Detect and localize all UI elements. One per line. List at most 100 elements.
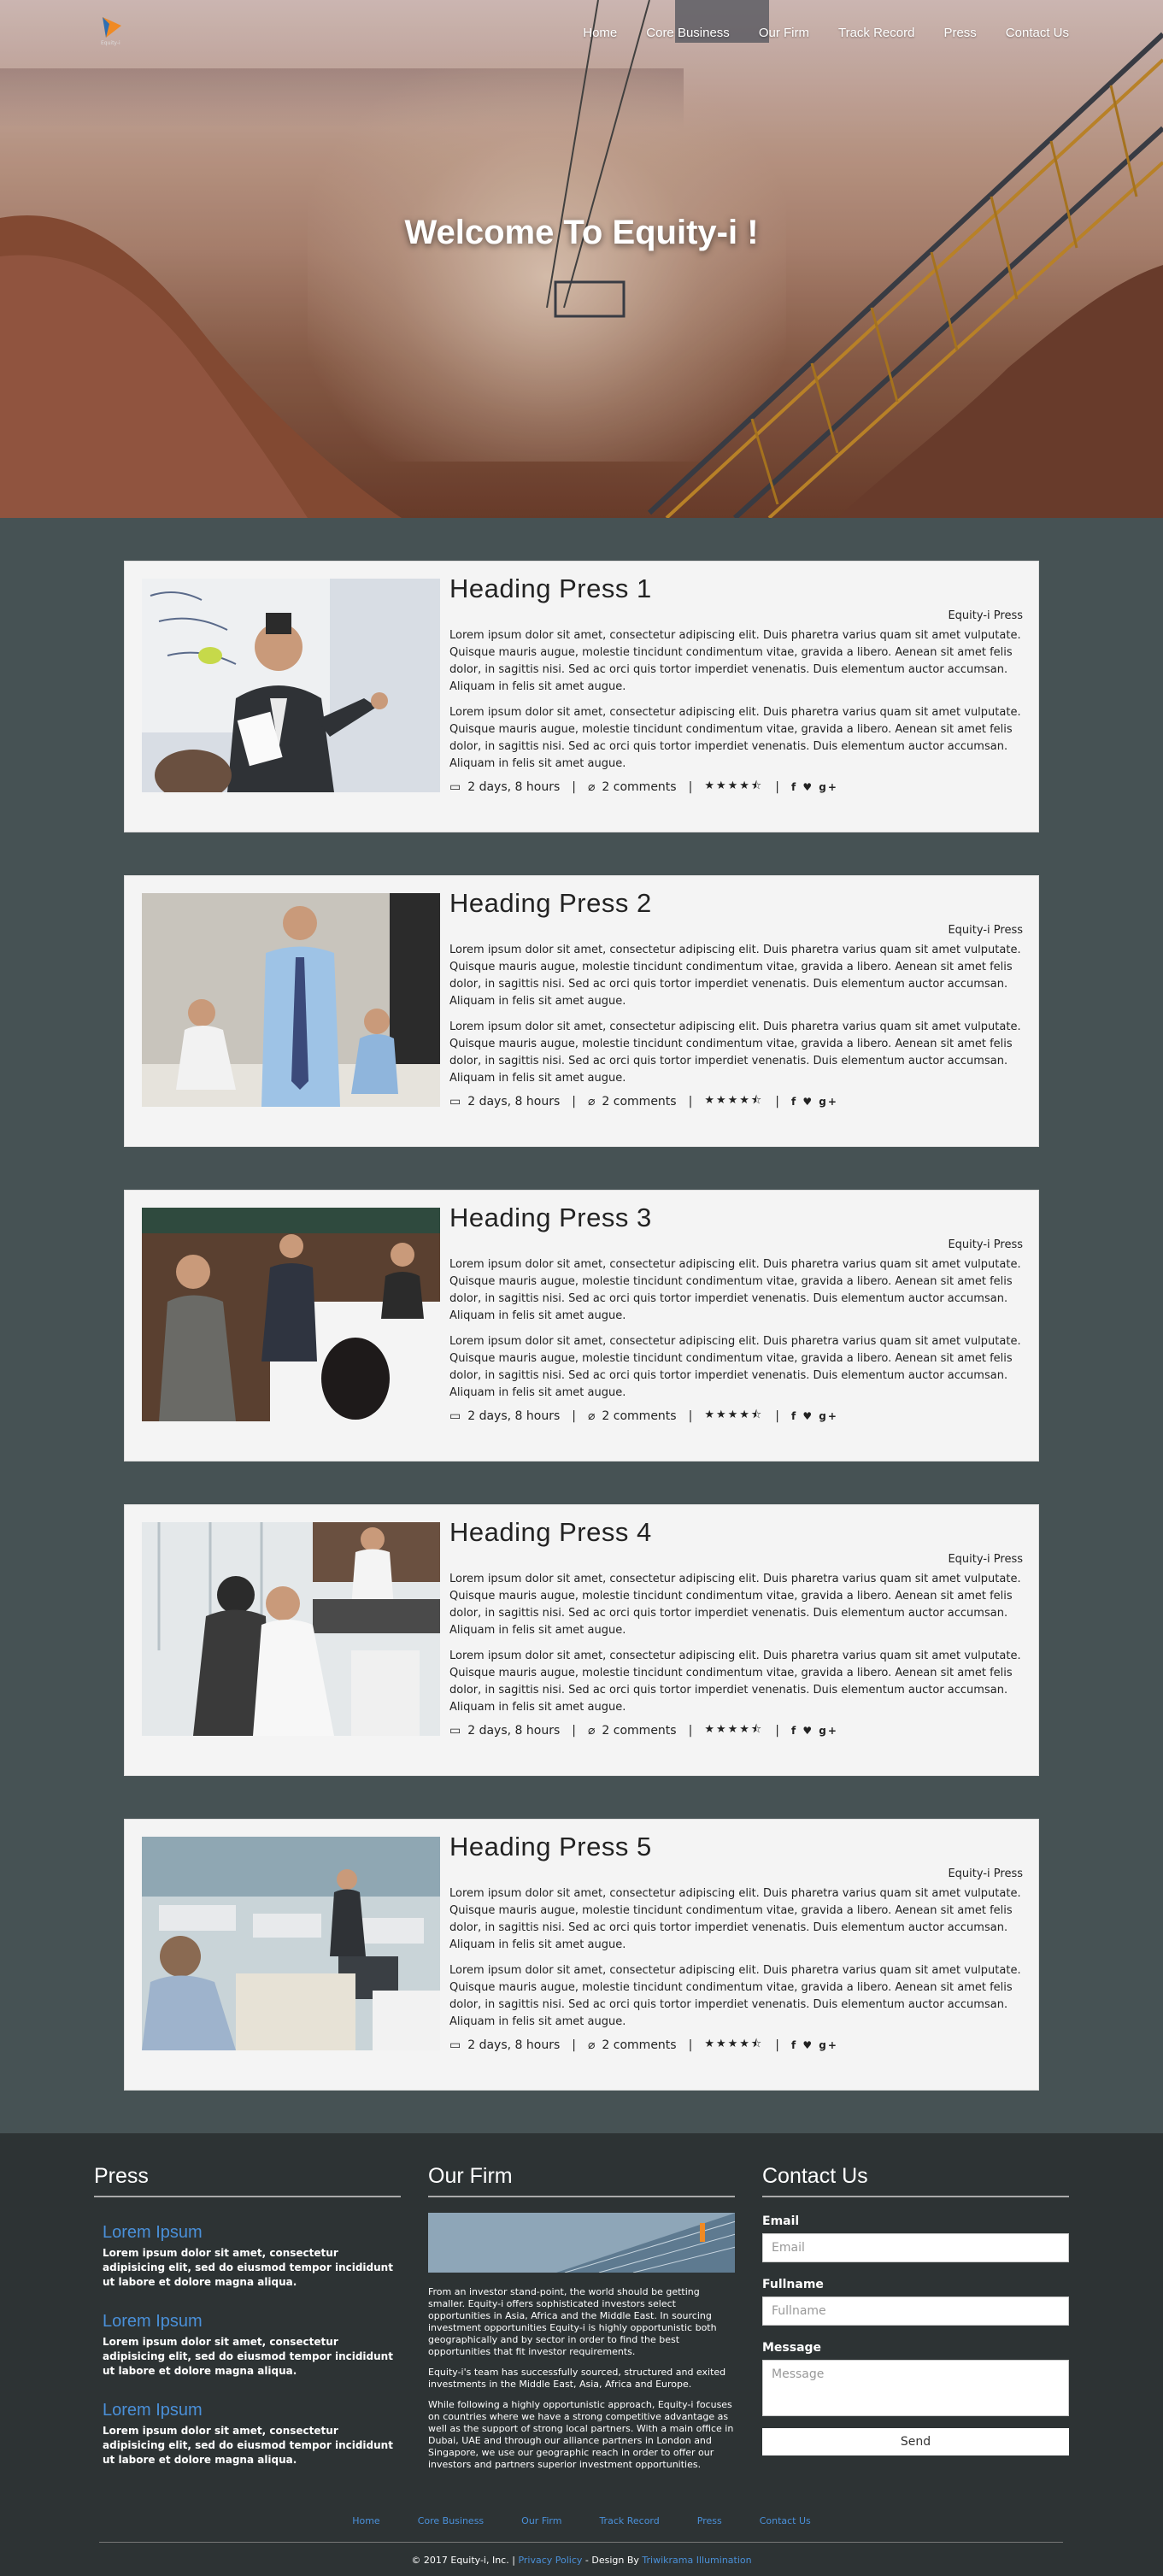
press-image-office-standing (142, 893, 440, 1107)
footer-nav-our-firm[interactable]: Our Firm (521, 2515, 561, 2526)
footer-nav-press[interactable]: Press (697, 2515, 722, 2526)
separator: | (775, 1724, 779, 1738)
footer-press-item: Lorem Ipsum Lorem ipsum dolor sit amet, … (94, 2401, 401, 2467)
press-card-comments[interactable]: 2 comments (602, 2038, 676, 2052)
press-card-author: Equity-i Press (948, 1553, 1023, 1566)
firm-paragraph: While following a highly opportunistic a… (428, 2399, 734, 2470)
footer-press-item: Lorem Ipsum Lorem ipsum dolor sit amet, … (94, 2312, 401, 2379)
press-card-title[interactable]: Heading Press 3 (449, 1203, 1023, 1233)
social-share-icons[interactable]: f ♥ g+ (791, 1410, 838, 1422)
footer-press-column: Press Lorem Ipsum Lorem ipsum dolor sit … (94, 2164, 401, 2471)
press-card-body: Heading Press 1 Equity-i Press Lorem ips… (449, 573, 1023, 797)
separator: | (572, 780, 576, 794)
footer-nav-home[interactable]: Home (352, 2515, 379, 2526)
email-label: Email (762, 2214, 800, 2228)
equity-i-logo[interactable]: Equity-i (97, 12, 128, 46)
footer-nav-track-record[interactable]: Track Record (599, 2515, 659, 2526)
paperclip-icon: ⌀ (587, 1724, 596, 1738)
footer-press-item-title[interactable]: Lorem Ipsum (103, 2401, 401, 2420)
press-card-paragraph: Lorem ipsum dolor sit amet, consectetur … (449, 1650, 1021, 1714)
privacy-policy-link[interactable]: Privacy Policy (518, 2555, 582, 2566)
copyright: © 2017 Equity-i, Inc. | Privacy Policy -… (0, 2555, 1163, 2566)
hero-overlay (0, 0, 1163, 518)
press-card-title[interactable]: Heading Press 5 (449, 1832, 1023, 1862)
press-card-title[interactable]: Heading Press 4 (449, 1517, 1023, 1548)
hero-banner: Equity-i Home Core Business Our Firm Tra… (0, 0, 1163, 518)
press-card-2: Heading Press 2 Equity-i Press Lorem ips… (124, 875, 1039, 1147)
press-image-presenter (142, 579, 440, 792)
separator: | (688, 2038, 693, 2052)
footer-nav-core-business[interactable]: Core Business (418, 2515, 484, 2526)
email-field[interactable]: Email (762, 2233, 1069, 2262)
footer-firm-heading: Our Firm (428, 2164, 735, 2197)
separator: | (775, 2038, 779, 2052)
press-card-title[interactable]: Heading Press 1 (449, 573, 1023, 604)
press-card-author: Equity-i Press (948, 1867, 1023, 1880)
press-card-time: 2 days, 8 hours (467, 780, 561, 794)
fullname-field[interactable]: Fullname (762, 2297, 1069, 2326)
footer-nav-contact-us[interactable]: Contact Us (760, 2515, 811, 2526)
nav-our-firm[interactable]: Our Firm (759, 26, 809, 40)
press-card-comments[interactable]: 2 comments (602, 1724, 676, 1738)
rating-stars: ★★★★⯪ (704, 1723, 764, 1736)
footer-press-item-title[interactable]: Lorem Ipsum (103, 2223, 401, 2243)
press-card-1: Heading Press 1 Equity-i Press Lorem ips… (124, 561, 1039, 832)
send-button[interactable]: Send (762, 2428, 1069, 2455)
copyright-text: © 2017 Equity-i, Inc. | (411, 2555, 515, 2566)
press-card-author: Equity-i Press (948, 924, 1023, 937)
press-card-paragraph: Lorem ipsum dolor sit amet, consectetur … (449, 944, 1021, 1008)
press-card-body: Heading Press 3 Equity-i Press Lorem ips… (449, 1203, 1023, 1426)
social-share-icons[interactable]: f ♥ g+ (791, 2039, 838, 2051)
footer: Press Lorem Ipsum Lorem ipsum dolor sit … (0, 2133, 1163, 2576)
hero-title: Welcome To Equity-i ! (404, 214, 759, 251)
footer-nav: Home Core Business Our Firm Track Record… (0, 2515, 1163, 2526)
main-nav: Home Core Business Our Firm Track Record… (583, 26, 1069, 40)
footer-press-heading: Press (94, 2164, 401, 2197)
social-share-icons[interactable]: f ♥ g+ (791, 1096, 838, 1108)
press-card-3: Heading Press 3 Equity-i Press Lorem ips… (124, 1190, 1039, 1461)
press-card-paragraph: Lorem ipsum dolor sit amet, consectetur … (449, 629, 1021, 693)
footer-press-item-title[interactable]: Lorem Ipsum (103, 2312, 401, 2332)
nav-home[interactable]: Home (583, 26, 617, 40)
svg-text:Equity-i: Equity-i (101, 40, 120, 46)
calendar-icon: ▭ (449, 1095, 461, 1109)
separator: | (688, 780, 693, 794)
press-card-meta: ▭ 2 days, 8 hours | ⌀ 2 comments | ★★★★⯪… (449, 2036, 1023, 2055)
designer-link[interactable]: Triwikrama Illumination (642, 2555, 751, 2566)
press-card-comments[interactable]: 2 comments (602, 1095, 676, 1109)
press-card-paragraph: Lorem ipsum dolor sit amet, consectetur … (449, 1573, 1021, 1637)
fullname-label: Fullname (762, 2278, 824, 2291)
nav-press[interactable]: Press (943, 26, 976, 40)
press-card-comments[interactable]: 2 comments (602, 780, 676, 794)
nav-track-record[interactable]: Track Record (838, 26, 914, 40)
nav-contact-us[interactable]: Contact Us (1006, 26, 1069, 40)
press-card-5: Heading Press 5 Equity-i Press Lorem ips… (124, 1819, 1039, 2091)
firm-paragraph: From an investor stand-point, the world … (428, 2286, 717, 2357)
press-card-time: 2 days, 8 hours (467, 2038, 561, 2052)
rating-stars: ★★★★⯪ (704, 2038, 764, 2050)
press-card-time: 2 days, 8 hours (467, 1724, 561, 1738)
press-card-comments[interactable]: 2 comments (602, 1409, 676, 1423)
social-share-icons[interactable]: f ♥ g+ (791, 1725, 838, 1737)
separator: | (775, 1409, 779, 1423)
separator: | (572, 1724, 576, 1738)
separator: | (688, 1409, 693, 1423)
press-card-title[interactable]: Heading Press 2 (449, 888, 1023, 919)
press-card-time: 2 days, 8 hours (467, 1095, 561, 1109)
footer-press-item-text: Lorem ipsum dolor sit amet, consectetur … (103, 2247, 393, 2288)
nav-core-business[interactable]: Core Business (646, 26, 730, 40)
rating-stars: ★★★★⯪ (704, 779, 764, 792)
paperclip-icon: ⌀ (587, 780, 596, 794)
rating-stars: ★★★★⯪ (704, 1409, 764, 1421)
rating-stars: ★★★★⯪ (704, 1094, 764, 1107)
footer-press-item-text: Lorem ipsum dolor sit amet, consectetur … (103, 2336, 393, 2377)
footer-contact-column: Contact Us Email Email Fullname Fullname… (762, 2164, 1069, 2471)
footer-divider (99, 2542, 1063, 2543)
message-field[interactable]: Message (762, 2360, 1069, 2416)
social-share-icons[interactable]: f ♥ g+ (791, 781, 838, 793)
calendar-icon: ▭ (449, 1409, 461, 1423)
press-card-paragraph: Lorem ipsum dolor sit amet, consectetur … (449, 1335, 1021, 1399)
paperclip-icon: ⌀ (587, 1095, 596, 1109)
press-card-paragraph: Lorem ipsum dolor sit amet, consectetur … (449, 1258, 1021, 1322)
calendar-icon: ▭ (449, 780, 461, 794)
